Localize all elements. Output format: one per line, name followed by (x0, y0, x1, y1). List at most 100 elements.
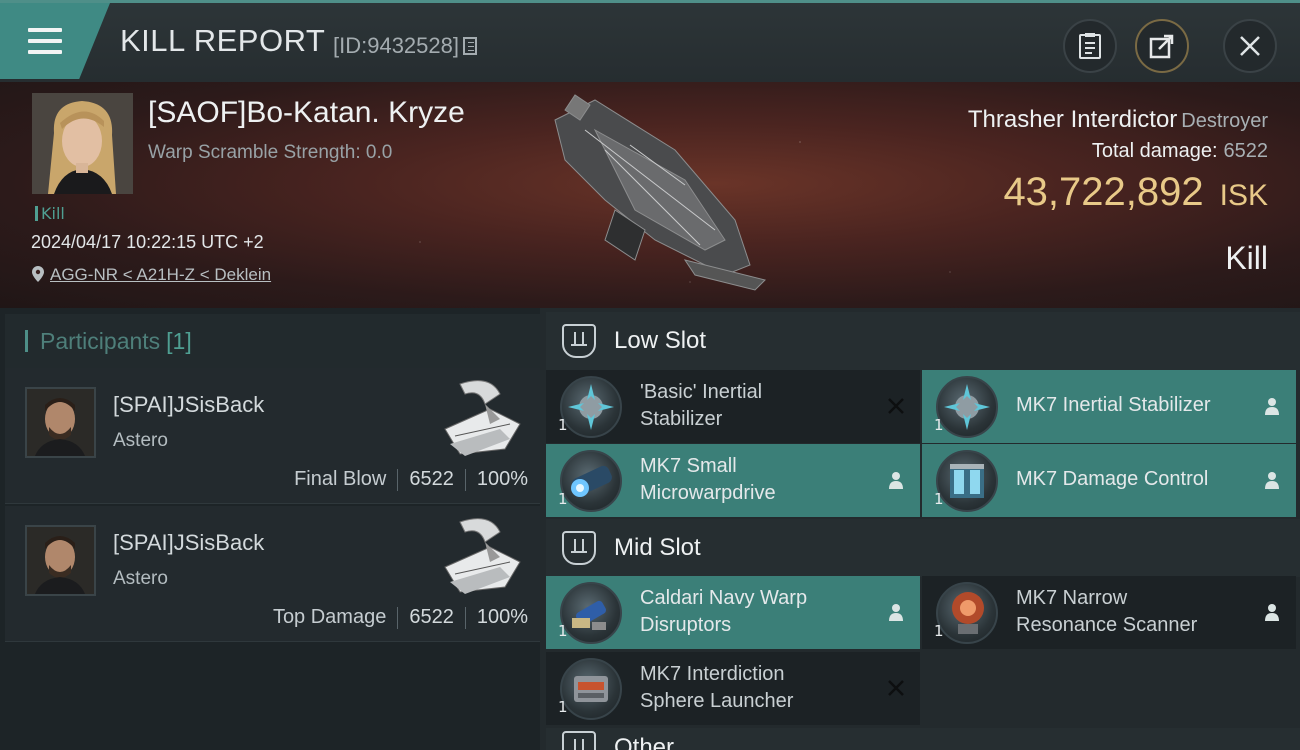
module-quantity: 1 (558, 698, 568, 716)
share-button[interactable] (1135, 19, 1189, 73)
other-slot-header: Other (546, 728, 1300, 750)
participants-count: [1] (166, 327, 192, 354)
divider (464, 606, 466, 629)
kill-datetime: 2024/04/17 10:22:15 UTC +2 (31, 232, 264, 252)
ship-class: Destroyer (1181, 110, 1268, 132)
module-name: MK7 Narrow Resonance Scanner (1016, 587, 1198, 636)
participant-damage: 6522 (409, 606, 454, 628)
menu-button[interactable] (0, 3, 110, 79)
module-name: 'Basic' Inertial Stabilizer (640, 381, 763, 430)
close-button[interactable] (1223, 19, 1277, 73)
participant-stats: Top Damage 6522 100% (273, 606, 528, 629)
dropped-person-icon (1265, 604, 1279, 621)
kill-report-screen: KILL REPORT [ID:9432528] [SAOF]Bo-Katan.… (0, 0, 1300, 750)
victim-banner: [SAOF]Bo-Katan. Kryze Warp Scramble Stre… (0, 82, 1300, 308)
avatar[interactable] (25, 525, 96, 596)
total-damage: Total damage: 6522 (1092, 140, 1268, 163)
location-link[interactable]: AGG-NR < A21H-Z < Deklein (50, 265, 271, 284)
report-id[interactable]: [ID:9432528] (333, 33, 477, 59)
ship-name: Thrasher Interdictor (967, 106, 1178, 133)
destroyed-x-icon (888, 398, 904, 414)
module-icon (560, 376, 622, 438)
isk-amount: 43,722,892 (1003, 170, 1204, 214)
divider (397, 606, 399, 629)
warp-scramble-strength: Warp Scramble Strength: 0.0 (148, 142, 393, 163)
total-damage-value: 6522 (1223, 140, 1269, 162)
module-quantity: 1 (934, 490, 944, 508)
module-icon (936, 582, 998, 644)
participant-ship-image[interactable] (430, 512, 530, 602)
module-icon (560, 658, 622, 720)
participant-name[interactable]: [SPAI]JSisBack (113, 530, 264, 556)
participant-role: Final Blow (294, 468, 387, 490)
module-item[interactable]: 1 Caldari Navy Warp Disruptors (546, 576, 920, 649)
dropped-person-icon (889, 472, 903, 489)
close-icon (1240, 36, 1260, 56)
mid-slot-header: Mid Slot (546, 519, 1300, 577)
victim-ship-image[interactable] (535, 90, 785, 300)
module-quantity: 1 (558, 490, 568, 508)
page-title: KILL REPORT (120, 23, 326, 58)
module-quantity: 1 (558, 622, 568, 640)
module-icon (936, 450, 998, 512)
module-item[interactable]: 1 'Basic' Inertial Stabilizer (546, 370, 920, 443)
module-name: MK7 Interdiction Sphere Launcher (640, 663, 794, 712)
divider (397, 468, 399, 491)
module-item[interactable]: 1 MK7 Inertial Stabilizer (922, 370, 1296, 443)
module-icon (936, 376, 998, 438)
clipboard-icon (1079, 33, 1101, 59)
kill-location: AGG-NR < A21H-Z < Deklein (32, 265, 271, 285)
header-bar: KILL REPORT [ID:9432528] (0, 0, 1300, 82)
report-id-text: [ID:9432528] (333, 33, 459, 58)
total-damage-label: Total damage: (1091, 140, 1218, 162)
participant-row[interactable]: [SPAI]JSisBack Astero Top Damage 6522 100% (5, 506, 540, 642)
participant-ship: Astero (113, 430, 168, 451)
low-slot-header: Low Slot (546, 312, 1300, 370)
victim-name[interactable]: [SAOF]Bo-Katan. Kryze (148, 96, 465, 130)
module-name: MK7 Inertial Stabilizer (1016, 394, 1211, 416)
slot-icon (562, 731, 596, 750)
avatar[interactable] (25, 387, 96, 458)
module-item[interactable]: 1 MK7 Narrow Resonance Scanner (922, 576, 1296, 649)
module-name: Caldari Navy Warp Disruptors (640, 587, 808, 636)
participants-label: Participants (40, 327, 161, 354)
victim-ship-type: Thrasher Interdictor Destroyer (968, 106, 1268, 134)
divider (464, 468, 466, 491)
participant-percent: 100% (476, 606, 528, 628)
participants-panel: Participants [1] [SPAI]JSisBack Astero F… (0, 308, 540, 750)
other-slot-label: Other (614, 734, 675, 750)
participant-ship-image[interactable] (430, 374, 530, 464)
module-icon (560, 582, 622, 644)
participant-ship: Astero (113, 568, 168, 589)
slot-icon (562, 324, 596, 358)
kill-tag: Kill (35, 204, 65, 223)
participant-damage: 6522 (409, 468, 454, 490)
module-quantity: 1 (934, 416, 944, 434)
participant-row[interactable]: [SPAI]JSisBack Astero Final Blow 6522 100% (5, 368, 540, 504)
module-item[interactable]: 1 MK7 Interdiction Sphere Launcher (546, 652, 920, 725)
victim-portrait[interactable] (32, 93, 133, 194)
portrait-image (32, 93, 133, 194)
participants-header: Participants [1] (5, 314, 540, 368)
destroyed-x-icon (888, 680, 904, 696)
low-slot-label: Low Slot (614, 327, 707, 354)
dropped-person-icon (1265, 398, 1279, 415)
share-icon (1149, 34, 1174, 59)
module-item[interactable]: 1 MK7 Damage Control (922, 444, 1296, 517)
participant-stats: Final Blow 6522 100% (294, 468, 528, 491)
participant-role: Top Damage (272, 606, 387, 628)
clipboard-button[interactable] (1063, 19, 1117, 73)
menu-icon (28, 28, 62, 54)
dropped-person-icon (1265, 472, 1279, 489)
module-name: MK7 Small Microwarpdrive (640, 455, 776, 504)
dropped-person-icon (889, 604, 903, 621)
isk-unit: ISK (1219, 179, 1268, 212)
module-item[interactable]: 1 MK7 Small Microwarpdrive (546, 444, 920, 517)
mid-slot-label: Mid Slot (614, 534, 701, 561)
isk-value: 43,722,892 ISK (1003, 170, 1268, 215)
kill-result: Kill (1225, 240, 1268, 276)
module-quantity: 1 (934, 622, 944, 640)
participant-name[interactable]: [SPAI]JSisBack (113, 392, 264, 418)
copy-icon[interactable] (462, 37, 477, 55)
module-icon (560, 450, 622, 512)
